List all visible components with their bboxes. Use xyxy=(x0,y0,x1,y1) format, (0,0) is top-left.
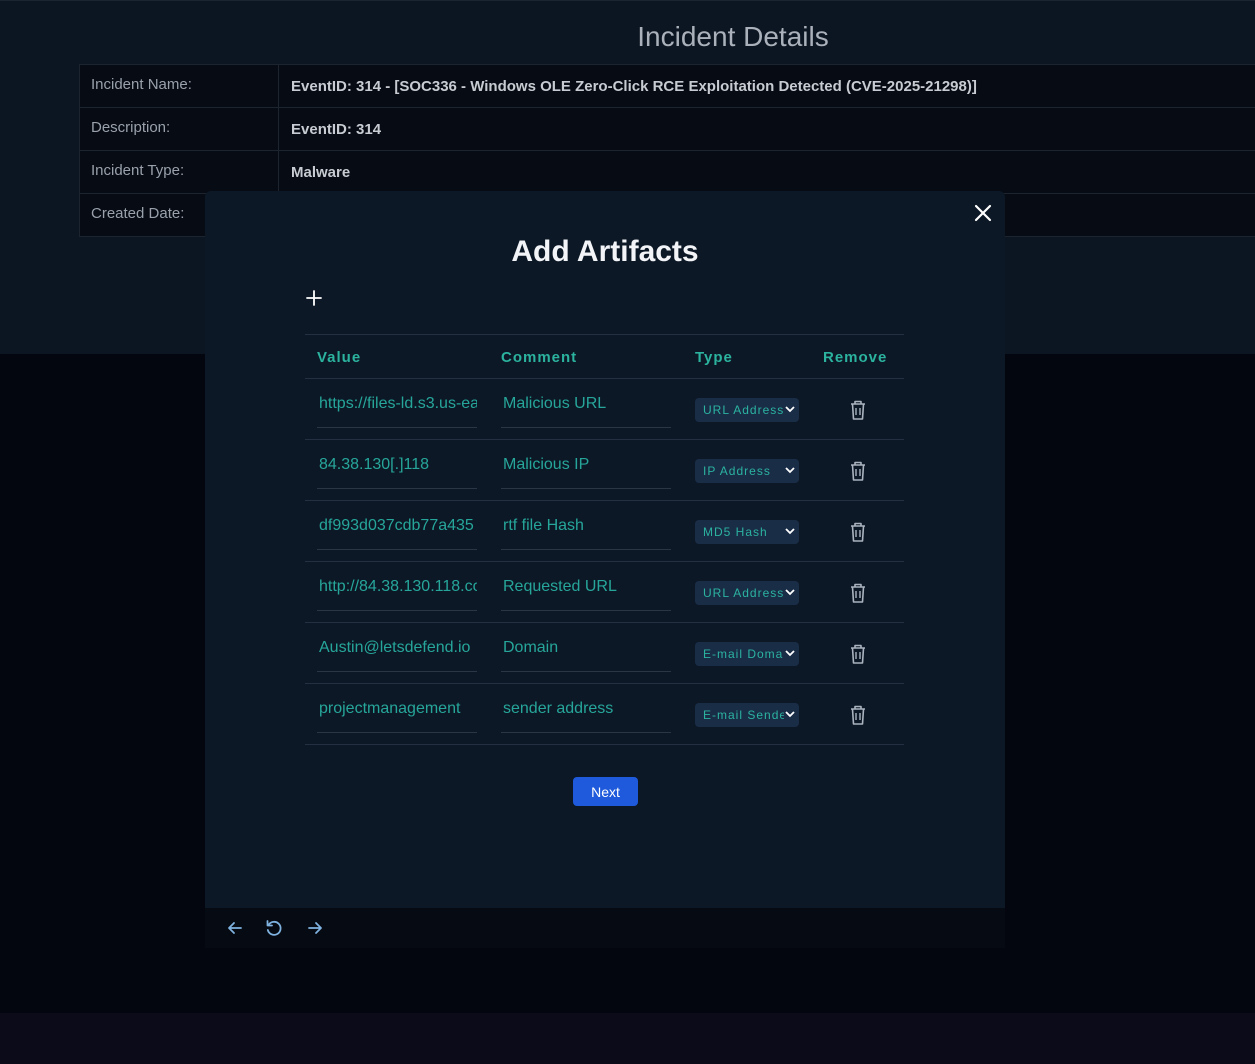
table-row: http://84.38.130.118.com Requested URL U… xyxy=(305,562,904,623)
details-row-description: Description: EventID: 314 xyxy=(79,108,1255,151)
artifact-comment-input[interactable]: rtf file Hash xyxy=(501,509,671,550)
artifact-type-select[interactable]: IP Address xyxy=(695,459,799,483)
artifact-type-value: URL Address xyxy=(703,586,785,600)
details-value: Malware xyxy=(291,164,351,181)
reload-icon[interactable] xyxy=(264,918,284,938)
table-row: projectmanagement sender address E-mail … xyxy=(305,684,904,745)
chevron-down-icon xyxy=(784,646,796,660)
arrow-right-icon[interactable] xyxy=(305,918,325,938)
chevron-down-icon xyxy=(784,463,796,477)
browser-nav-footer xyxy=(205,908,1005,948)
details-row-name: Incident Name: EventID: 314 - [SOC336 - … xyxy=(79,65,1255,108)
header-value: Value xyxy=(317,349,362,366)
table-row: https://files-ld.s3.us-east Malicious UR… xyxy=(305,379,904,440)
details-value: EventID: 314 xyxy=(291,121,382,138)
artifact-comment-input[interactable]: Requested URL xyxy=(501,570,671,611)
details-row-type: Incident Type: Malware xyxy=(79,151,1255,194)
artifact-type-select[interactable]: URL Address xyxy=(695,581,799,605)
artifact-value-input[interactable]: https://files-ld.s3.us-east xyxy=(317,387,477,428)
trash-icon[interactable] xyxy=(849,643,867,665)
artifact-type-select[interactable]: E-mail Domain xyxy=(695,642,799,666)
artifact-value-input[interactable]: http://84.38.130.118.com xyxy=(317,570,477,611)
chevron-down-icon xyxy=(784,524,796,538)
trash-icon[interactable] xyxy=(849,582,867,604)
modal-title: Add Artifacts xyxy=(511,235,699,268)
artifact-type-value: URL Address xyxy=(703,403,785,417)
artifact-comment-input[interactable]: Malicious IP xyxy=(501,448,671,489)
next-button[interactable]: Next xyxy=(573,777,638,806)
artifact-comment-input[interactable]: Domain xyxy=(501,631,671,672)
artifact-value-input[interactable]: Austin@letsdefend.io xyxy=(317,631,477,672)
table-row: 84.38.130[.]118 Malicious IP IP Address xyxy=(305,440,904,501)
artifact-type-select[interactable]: E-mail Sender xyxy=(695,703,799,727)
table-row: df993d037cdb77a435 rtf file Hash MD5 Has… xyxy=(305,501,904,562)
header-type: Type xyxy=(695,349,733,366)
trash-icon[interactable] xyxy=(849,460,867,482)
chevron-down-icon xyxy=(784,707,796,721)
chevron-down-icon xyxy=(784,402,796,416)
table-row: Austin@letsdefend.io Domain E-mail Domai… xyxy=(305,623,904,684)
details-value: EventID: 314 - [SOC336 - Windows OLE Zer… xyxy=(291,78,977,95)
artifact-type-value: IP Address xyxy=(703,464,771,478)
table-header-row: Value Comment Type Remove xyxy=(305,334,904,379)
trash-icon[interactable] xyxy=(849,521,867,543)
details-label: Incident Name: xyxy=(79,65,279,108)
details-label: Incident Type: xyxy=(79,151,279,194)
artifact-value-input[interactable]: 84.38.130[.]118 xyxy=(317,448,477,489)
artifact-type-select[interactable]: MD5 Hash xyxy=(695,520,799,544)
artifact-value-input[interactable]: df993d037cdb77a435 xyxy=(317,509,477,550)
artifact-comment-input[interactable]: sender address xyxy=(501,692,671,733)
artifact-value-input[interactable]: projectmanagement xyxy=(317,692,477,733)
incident-details-title: Incident Details xyxy=(637,21,829,52)
details-label: Description: xyxy=(79,108,279,151)
plus-icon[interactable] xyxy=(304,288,324,308)
trash-icon[interactable] xyxy=(849,399,867,421)
artifact-type-value: E-mail Domain xyxy=(703,647,795,661)
add-artifacts-modal: Add Artifacts Value Comment Type Remove … xyxy=(205,191,1005,948)
arrow-left-icon[interactable] xyxy=(225,918,245,938)
artifact-comment-input[interactable]: Malicious URL xyxy=(501,387,671,428)
header-comment: Comment xyxy=(501,349,578,366)
header-remove: Remove xyxy=(823,349,888,366)
artifact-type-value: MD5 Hash xyxy=(703,525,768,539)
artifact-type-value: E-mail Sender xyxy=(703,708,793,722)
trash-icon[interactable] xyxy=(849,704,867,726)
chevron-down-icon xyxy=(784,585,796,599)
artifact-type-select[interactable]: URL Address xyxy=(695,398,799,422)
close-icon[interactable] xyxy=(971,201,995,225)
